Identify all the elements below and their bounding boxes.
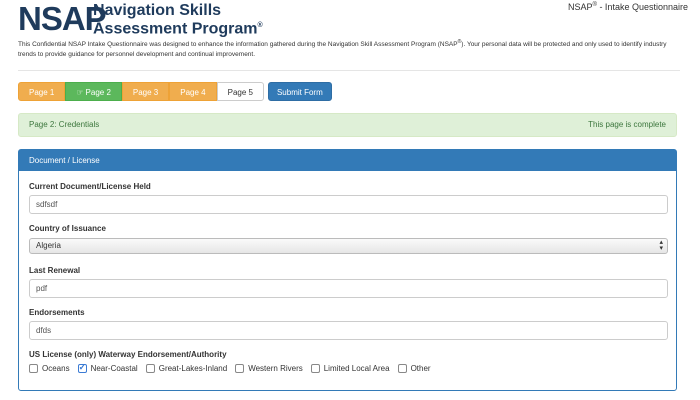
limited-local-area-label: Limited Local Area [323, 364, 390, 373]
last-renewal-label: Last Renewal [29, 266, 81, 275]
country-select[interactable]: Algeria ▴ ▾ [29, 238, 668, 254]
logo-title: Navigation Skills Assessment Program® [93, 2, 263, 38]
divider [18, 70, 680, 71]
submit-form-button[interactable]: Submit Form [267, 82, 332, 101]
page-3-button[interactable]: Page 3 [121, 82, 170, 101]
option-other[interactable]: Other [397, 364, 431, 373]
limited-local-area-checkbox[interactable] [310, 364, 320, 373]
great-lakes-inland-checkbox[interactable] [145, 364, 155, 373]
alert-page-title: Page 2: Credentials [29, 120, 100, 129]
oceans-checkbox[interactable] [29, 364, 38, 373]
page-nav: Page 1 ☞ Page 2 Page 3 Page 4 Page 5 Subm… [18, 82, 332, 101]
endorsements-label: Endorsements [29, 308, 85, 317]
other-checkbox[interactable] [397, 364, 407, 373]
logo-title-line2: Assessment Program [93, 20, 258, 38]
great-lakes-inland-label: Great-Lakes-Inland [158, 364, 228, 373]
option-oceans[interactable]: Oceans [29, 364, 70, 373]
country-selected-value: Algeria [36, 241, 61, 250]
intro-text: This Confidential NSAP Intake Questionna… [18, 37, 683, 60]
page-2-button[interactable]: ☞ Page 2 [65, 82, 122, 101]
oceans-label: Oceans [42, 364, 70, 373]
option-great-lakes-inland[interactable]: Great-Lakes-Inland [145, 364, 228, 373]
page-5-button[interactable]: Page 5 [216, 82, 264, 101]
near-coastal-label: Near-Coastal [90, 364, 138, 373]
page-1-button[interactable]: Page 1 [18, 82, 66, 101]
current-document-label: Current Document/License Held [29, 182, 151, 191]
current-document-input[interactable]: sdfsdf [29, 195, 668, 214]
registered-mark: ® [257, 22, 263, 29]
select-arrows-icon: ▴ ▾ [659, 239, 663, 252]
option-western-rivers[interactable]: Western Rivers [235, 364, 303, 373]
country-label: Country of Issuance [29, 224, 106, 233]
status-alert: Page 2: Credentials This page is complet… [18, 113, 677, 137]
page-2-label: Page 2 [85, 88, 111, 97]
western-rivers-label: Western Rivers [248, 364, 303, 373]
other-label: Other [410, 364, 431, 373]
option-limited-local-area[interactable]: Limited Local Area [310, 364, 390, 373]
intro-text-part1: This Confidential NSAP Intake Questionna… [18, 41, 458, 49]
alert-complete-status: This page is complete [588, 120, 666, 129]
logo-title-line1: Navigation Skills [93, 2, 222, 19]
document-license-panel: Document / License Current Document/Lice… [18, 149, 677, 391]
near-coastal-checkbox[interactable] [77, 362, 87, 373]
subtitle-suffix: - Intake Questionnaire [596, 2, 688, 12]
waterway-label: US License (only) Waterway Endorsement/A… [29, 350, 227, 359]
waterway-options: Oceans Near-Coastal Great-Lakes-Inland W… [29, 362, 439, 373]
last-renewal-input[interactable]: pdf [29, 279, 668, 298]
western-rivers-checkbox[interactable] [235, 364, 245, 373]
panel-heading: Document / License [19, 150, 676, 171]
subtitle-prefix: NSAP [568, 2, 593, 12]
endorsements-input[interactable]: dfds [29, 321, 668, 340]
page-subtitle: NSAP® - Intake Questionnaire [568, 2, 688, 12]
thumbs-up-icon: ☞ [76, 88, 84, 97]
page-4-button[interactable]: Page 4 [169, 82, 217, 101]
option-near-coastal[interactable]: Near-Coastal [77, 362, 138, 373]
